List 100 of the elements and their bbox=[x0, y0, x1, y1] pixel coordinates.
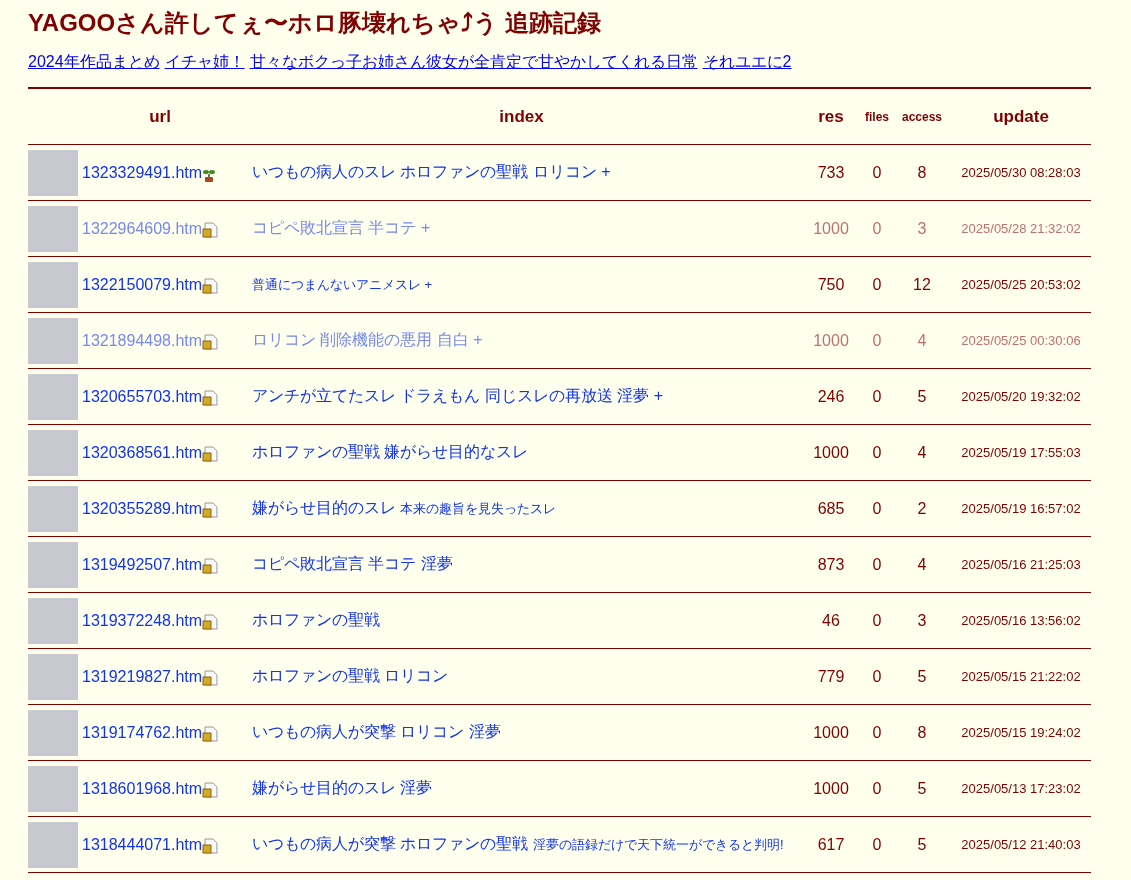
files-count: 0 bbox=[861, 256, 893, 313]
res-count: 46 bbox=[801, 592, 861, 649]
column-header: res bbox=[801, 88, 861, 145]
res-count: 750 bbox=[801, 256, 861, 313]
res-count: 246 bbox=[801, 368, 861, 425]
access-count: 5 bbox=[893, 648, 951, 705]
access-count: 5 bbox=[893, 816, 951, 873]
access-count: 3 bbox=[893, 592, 951, 649]
update-time: 2025/05/20 19:32:02 bbox=[951, 368, 1091, 425]
res-count: 1000 bbox=[801, 704, 861, 761]
index-link[interactable]: コピペ敗北宣言 半コテ 淫夢 bbox=[252, 555, 453, 572]
photo-placeholder bbox=[28, 821, 78, 868]
files-count: 0 bbox=[861, 200, 893, 257]
access-count: 8 bbox=[893, 144, 951, 201]
column-header: url bbox=[28, 88, 242, 145]
files-count: 0 bbox=[861, 648, 893, 705]
access-count: 12 bbox=[893, 256, 951, 313]
files-count: 0 bbox=[861, 312, 893, 369]
thread-link[interactable]: 1322150079.htm bbox=[82, 275, 203, 293]
work-link[interactable]: 甘々なボクっ子お姉さん彼女が全肯定で甘やかしてくれる日常 bbox=[249, 52, 698, 73]
thread-link[interactable]: 1320368561.htm bbox=[82, 443, 203, 461]
index-link[interactable]: 嫌がらせ目的のスレ bbox=[252, 499, 396, 516]
work-link[interactable]: 2024年作品まとめ bbox=[28, 52, 160, 73]
work-link[interactable]: それユエに2 bbox=[702, 52, 792, 73]
index-link[interactable]: アンチが立てたスレ ドラえもん 同じスレの再放送 淫夢 + bbox=[252, 387, 664, 404]
photo-placeholder bbox=[28, 317, 78, 364]
column-header: files bbox=[861, 88, 893, 145]
photo-placeholder bbox=[28, 485, 78, 532]
res-count: 1000 bbox=[801, 312, 861, 369]
files-count: 0 bbox=[861, 424, 893, 481]
thread-link[interactable]: 1320655703.htm bbox=[82, 387, 203, 405]
column-header: update bbox=[951, 88, 1091, 145]
photo-placeholder bbox=[28, 709, 78, 756]
index-link[interactable]: 淫夢の語録だけで天下統一ができると判明! bbox=[532, 837, 784, 852]
thread-link[interactable]: 1319492507.htm bbox=[82, 555, 203, 573]
column-header: index bbox=[242, 88, 801, 145]
update-time: 2025/05/19 17:55:03 bbox=[951, 424, 1091, 481]
files-count: 0 bbox=[861, 368, 893, 425]
photo-placeholder bbox=[28, 765, 78, 812]
update-time: 2025/05/19 16:57:02 bbox=[951, 480, 1091, 537]
photo-placeholder bbox=[28, 205, 78, 252]
access-count: 3 bbox=[893, 200, 951, 257]
index-link[interactable]: いつもの病人が突撃 ロリコン 淫夢 bbox=[252, 723, 501, 740]
update-time: 2025/05/25 00:30:06 bbox=[951, 312, 1091, 369]
access-count: 8 bbox=[893, 704, 951, 761]
access-count: 4 bbox=[893, 312, 951, 369]
access-count: 4 bbox=[893, 536, 951, 593]
res-count: 1000 bbox=[801, 200, 861, 257]
update-time: 2025/05/25 20:53:02 bbox=[951, 256, 1091, 313]
index-link[interactable]: いつもの病人のスレ ホロファンの聖戦 ロリコン + bbox=[252, 163, 611, 180]
index-link[interactable]: 普通につまんないアニメスレ + bbox=[252, 277, 433, 292]
update-time: 2025/05/12 21:40:03 bbox=[951, 816, 1091, 873]
index-link[interactable]: ホロファンの聖戦 bbox=[252, 611, 380, 628]
photo-placeholder bbox=[28, 597, 78, 644]
files-count: 0 bbox=[861, 536, 893, 593]
update-time: 2025/05/28 21:32:02 bbox=[951, 200, 1091, 257]
access-count: 4 bbox=[893, 424, 951, 481]
update-time: 2025/05/15 21:22:02 bbox=[951, 648, 1091, 705]
res-count: 617 bbox=[801, 816, 861, 873]
res-count: 733 bbox=[801, 144, 861, 201]
update-time: 2025/05/13 17:23:02 bbox=[951, 760, 1091, 817]
update-time: 2025/05/16 21:25:03 bbox=[951, 536, 1091, 593]
res-count: 1000 bbox=[801, 424, 861, 481]
access-count: 2 bbox=[893, 480, 951, 537]
res-count: 1000 bbox=[801, 760, 861, 817]
files-count: 0 bbox=[861, 480, 893, 537]
update-time: 2025/05/30 08:28:03 bbox=[951, 144, 1091, 201]
index-link[interactable]: 嫌がらせ目的のスレ 淫夢 bbox=[252, 779, 433, 796]
thread-link[interactable]: 1319372248.htm bbox=[82, 611, 203, 629]
index-link[interactable]: ホロファンの聖戦 ロリコン bbox=[252, 667, 449, 684]
thread-link[interactable]: 1320355289.htm bbox=[82, 499, 203, 517]
res-count: 779 bbox=[801, 648, 861, 705]
update-time: 2025/05/15 19:24:02 bbox=[951, 704, 1091, 761]
access-count: 5 bbox=[893, 368, 951, 425]
files-count: 0 bbox=[861, 144, 893, 201]
access-count: 5 bbox=[893, 760, 951, 817]
thread-link[interactable]: 1323329491.htm bbox=[82, 163, 203, 181]
files-count: 0 bbox=[861, 760, 893, 817]
res-count: 685 bbox=[801, 480, 861, 537]
column-header: access bbox=[893, 88, 951, 145]
thread-link[interactable]: 1318601968.htm bbox=[82, 779, 203, 797]
thread-link[interactable]: 1319219827.htm bbox=[82, 667, 203, 685]
files-count: 0 bbox=[861, 816, 893, 873]
index-link[interactable]: ホロファンの聖戦 嫌がらせ目的なスレ bbox=[252, 443, 529, 460]
work-link[interactable]: イチャ姉！ bbox=[164, 52, 245, 73]
thread-link[interactable]: 1319174762.htm bbox=[82, 723, 203, 741]
index-link[interactable]: いつもの病人が突撃 ホロファンの聖戦 bbox=[252, 835, 529, 852]
update-time: 2025/05/16 13:56:02 bbox=[951, 592, 1091, 649]
photo-placeholder bbox=[28, 429, 78, 476]
photo-placeholder bbox=[28, 261, 78, 308]
photo-placeholder bbox=[28, 541, 78, 588]
photo-placeholder bbox=[28, 149, 78, 196]
photo-placeholder bbox=[28, 373, 78, 420]
page-title: YAGOOさん許してぇ〜ホロ豚壊れちゃ⤴う 追跡記録 bbox=[28, 8, 602, 38]
thread-link[interactable]: 1318444071.htm bbox=[82, 835, 203, 853]
files-count: 0 bbox=[861, 704, 893, 761]
photo-placeholder bbox=[28, 653, 78, 700]
index-link[interactable]: 本来の趣旨を見失ったスレ bbox=[400, 501, 557, 516]
files-count: 0 bbox=[861, 592, 893, 649]
res-count: 873 bbox=[801, 536, 861, 593]
